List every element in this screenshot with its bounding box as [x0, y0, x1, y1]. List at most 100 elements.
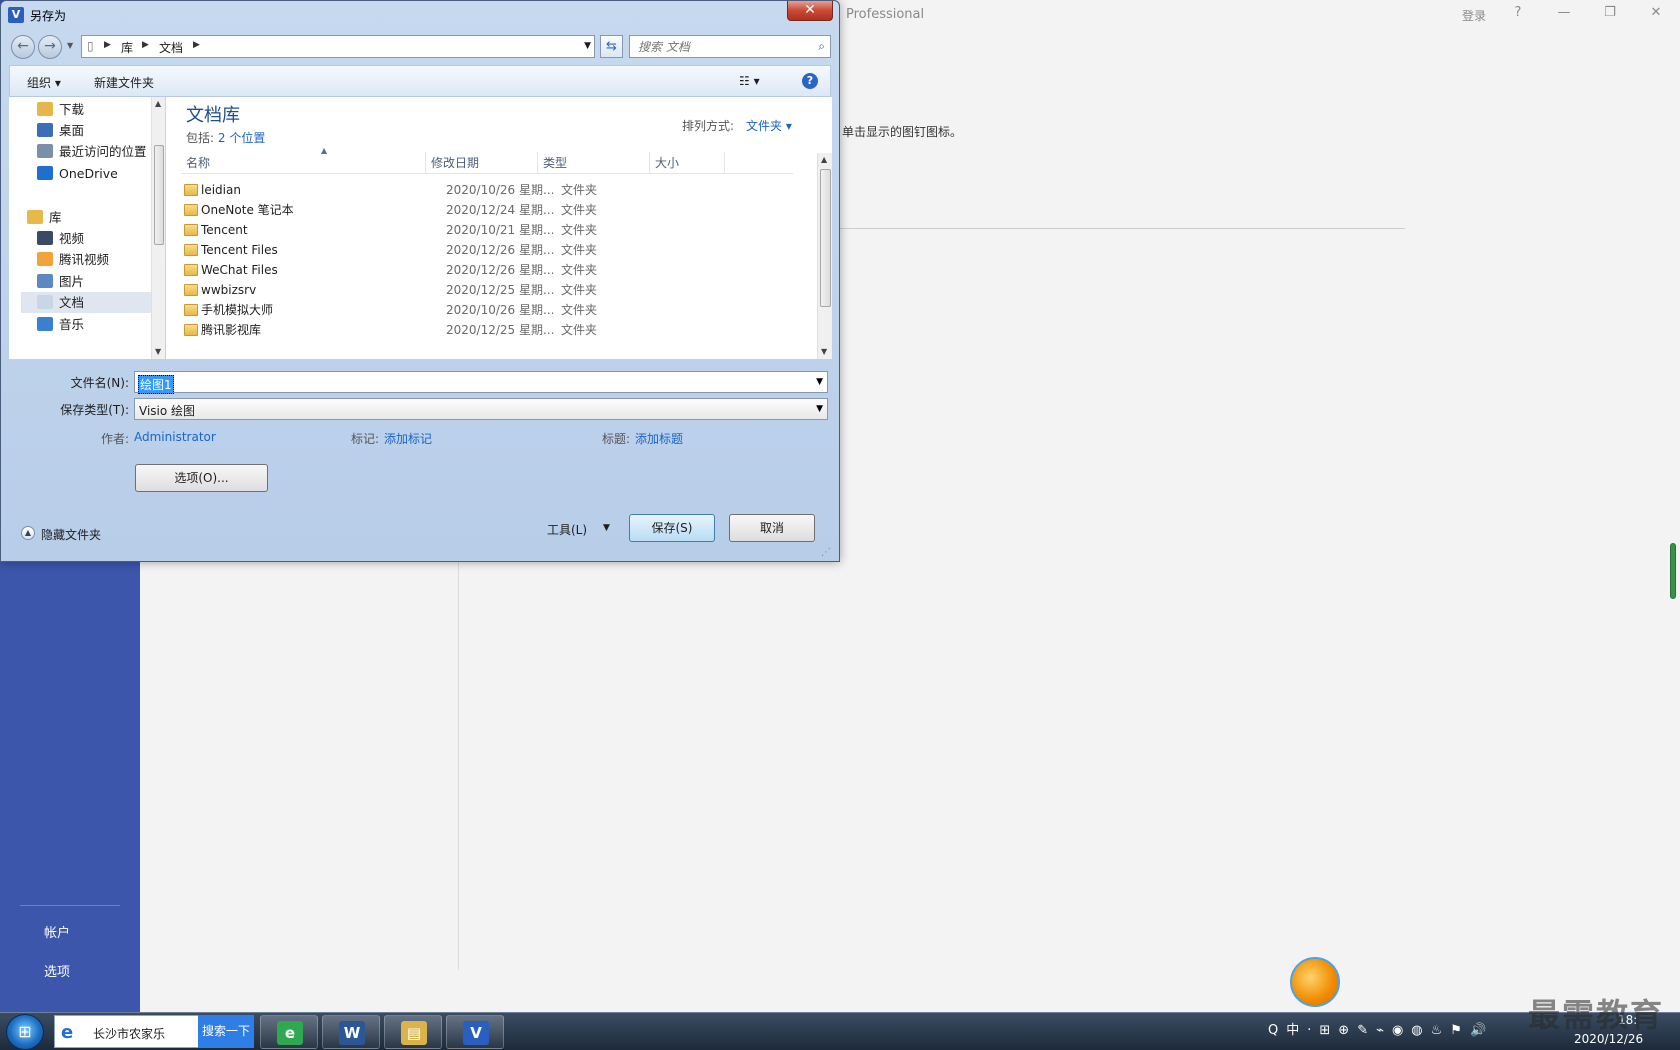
- sidebar-item-account[interactable]: 帐户: [44, 922, 70, 941]
- save-type-select[interactable]: Visio 绘图 ▼: [134, 398, 828, 420]
- nav-item[interactable]: 腾讯视频: [37, 249, 159, 270]
- file-list-pane: 文档库 包括: 2 个位置 排列方式: 文件夹 ▾ ▲ 名称 修改日期 类型 大…: [166, 97, 832, 359]
- start-button[interactable]: ⊞: [6, 1014, 44, 1050]
- column-type[interactable]: 类型: [538, 152, 650, 174]
- recent-pages-dropdown-icon[interactable]: ▼: [67, 41, 73, 50]
- chevron-right-icon[interactable]: ▶: [142, 40, 149, 50]
- tools-button[interactable]: 工具(L): [547, 521, 587, 538]
- nav-item[interactable]: 视频: [37, 228, 159, 249]
- nav-item[interactable]: 文档: [21, 292, 159, 313]
- scroll-thumb[interactable]: [154, 145, 164, 245]
- collapse-icon[interactable]: ▲: [21, 526, 35, 540]
- arrange-by-dropdown[interactable]: 文件夹 ▾: [746, 117, 792, 134]
- column-date-modified[interactable]: 修改日期: [426, 152, 538, 174]
- taskbar-search-button[interactable]: 搜索一下: [198, 1015, 254, 1048]
- search-input[interactable]: [638, 38, 808, 55]
- tray-icon[interactable]: Q: [1268, 1023, 1278, 1038]
- doc-title-field[interactable]: 添加标题: [635, 430, 683, 447]
- close-app-button[interactable]: ✕: [1644, 5, 1668, 20]
- taskbar-search-text[interactable]: 长沙市农家乐: [93, 1025, 165, 1042]
- minimize-button[interactable]: —: [1552, 5, 1576, 20]
- scroll-up-icon[interactable]: ▲: [821, 155, 827, 164]
- tray-icon[interactable]: 🔊: [1470, 1023, 1486, 1038]
- file-row[interactable]: wwbizsrv 2020/12/25 星期... 文件夹: [181, 280, 793, 301]
- nav-item[interactable]: 下载: [37, 99, 159, 120]
- tray-icon[interactable]: 中: [1286, 1019, 1299, 1038]
- column-size[interactable]: 大小: [650, 152, 725, 174]
- system-tray: Q 中 · ⊞ ⊕ ✎ ⌁ ◉ ◍ ♨ ⚑ 🔊: [1268, 1019, 1494, 1043]
- floating-ball-icon[interactable]: [1290, 957, 1340, 1007]
- filename-value[interactable]: 绘图1: [138, 375, 174, 394]
- scroll-indicator[interactable]: [1670, 543, 1676, 599]
- dialog-close-button[interactable]: ✕: [787, 1, 833, 21]
- tags-field[interactable]: 添加标记: [384, 430, 432, 447]
- tray-icon[interactable]: ·: [1307, 1023, 1311, 1038]
- nav-item[interactable]: 音乐: [37, 314, 159, 335]
- save-button[interactable]: 保存(S): [629, 514, 715, 542]
- chevron-right-icon[interactable]: ▶: [104, 40, 111, 50]
- scroll-down-icon[interactable]: ▼: [821, 347, 827, 356]
- address-dropdown-icon[interactable]: ▼: [584, 41, 591, 51]
- tray-icon[interactable]: ⚑: [1450, 1023, 1462, 1038]
- refresh-button[interactable]: ⇆: [600, 35, 623, 58]
- organize-button[interactable]: 组织 ▾: [27, 74, 61, 91]
- tray-icon[interactable]: ◉: [1392, 1023, 1403, 1038]
- hide-folders-button[interactable]: 隐藏文件夹: [41, 526, 101, 543]
- back-button[interactable]: ←: [11, 35, 35, 59]
- sidebar-item-options[interactable]: 选项: [44, 961, 70, 980]
- nav-item[interactable]: 桌面: [37, 120, 159, 141]
- chevron-right-icon[interactable]: ▶: [193, 40, 200, 50]
- login-link[interactable]: 登录: [1462, 7, 1486, 24]
- file-row[interactable]: Tencent Files 2020/12/26 星期... 文件夹: [181, 240, 793, 261]
- nav-item[interactable]: 最近访问的位置: [37, 141, 159, 162]
- 360-browser-icon: e: [277, 1021, 303, 1045]
- options-button[interactable]: 选项(O)...: [135, 464, 268, 492]
- taskbar-app-file-explorer[interactable]: ▤: [384, 1015, 442, 1049]
- resize-grip-icon[interactable]: ⋰: [821, 547, 831, 558]
- taskbar-app-word[interactable]: W: [322, 1015, 380, 1049]
- file-date-modified: 2020/10/26 星期...: [446, 303, 554, 317]
- taskbar-app-360-browser[interactable]: e: [260, 1015, 318, 1049]
- chevron-down-icon[interactable]: ▼: [816, 377, 823, 387]
- column-name[interactable]: 名称: [181, 152, 426, 174]
- nav-item[interactable]: 库: [27, 207, 149, 228]
- scroll-up-icon[interactable]: ▲: [155, 99, 161, 108]
- navigation-scrollbar[interactable]: ▲ ▼: [151, 97, 165, 359]
- help-button[interactable]: ?: [1506, 5, 1530, 20]
- new-folder-button[interactable]: 新建文件夹: [94, 74, 154, 91]
- forward-button[interactable]: →: [38, 35, 62, 59]
- chevron-down-icon[interactable]: ▼: [816, 404, 823, 414]
- search-icon[interactable]: ⌕: [818, 39, 825, 54]
- tray-icon[interactable]: ⌁: [1376, 1023, 1384, 1038]
- file-list-scrollbar[interactable]: ▲ ▼: [817, 153, 832, 359]
- breadcrumb-documents[interactable]: 文档: [159, 39, 183, 56]
- tray-icon[interactable]: ⊞: [1319, 1023, 1330, 1038]
- search-box[interactable]: ⌕: [629, 35, 831, 58]
- file-row[interactable]: 腾讯影视库 2020/12/25 星期... 文件夹: [181, 320, 793, 341]
- tray-icon[interactable]: ◍: [1411, 1023, 1422, 1038]
- cancel-button[interactable]: 取消: [729, 514, 815, 542]
- dialog-titlebar[interactable]: V 另存为 ✕: [1, 1, 839, 29]
- taskbar-app-visio[interactable]: V: [446, 1015, 504, 1049]
- tray-icon[interactable]: ♨: [1431, 1023, 1443, 1038]
- filename-field[interactable]: 绘图1 ▼: [134, 371, 828, 394]
- scroll-thumb[interactable]: [820, 169, 831, 307]
- file-row[interactable]: OneNote 笔记本 2020/12/24 星期... 文件夹: [181, 200, 793, 221]
- nav-item[interactable]: 图片: [37, 271, 159, 292]
- file-row[interactable]: Tencent 2020/10/21 星期... 文件夹: [181, 220, 793, 241]
- chevron-down-icon[interactable]: ▼: [603, 523, 610, 533]
- breadcrumb-library[interactable]: 库: [121, 39, 133, 56]
- includes-locations-link[interactable]: 2 个位置: [218, 131, 265, 145]
- file-row[interactable]: 手机模拟大师 2020/10/26 星期... 文件夹: [181, 300, 793, 321]
- help-icon[interactable]: ?: [802, 73, 818, 89]
- nav-item[interactable]: OneDrive: [37, 163, 159, 184]
- address-bar[interactable]: ▯ ▶ 库 ▶ 文档 ▶ ▼: [81, 35, 595, 58]
- tray-icon[interactable]: ✎: [1357, 1023, 1368, 1038]
- author-field[interactable]: Administrator: [134, 430, 216, 444]
- view-options-button[interactable]: ☷ ▾: [739, 74, 760, 88]
- scroll-down-icon[interactable]: ▼: [155, 347, 161, 356]
- restore-button[interactable]: ❐: [1598, 5, 1622, 20]
- file-row[interactable]: WeChat Files 2020/12/26 星期... 文件夹: [181, 260, 793, 281]
- file-row[interactable]: leidian 2020/10/26 星期... 文件夹: [181, 180, 793, 201]
- tray-icon[interactable]: ⊕: [1338, 1023, 1349, 1038]
